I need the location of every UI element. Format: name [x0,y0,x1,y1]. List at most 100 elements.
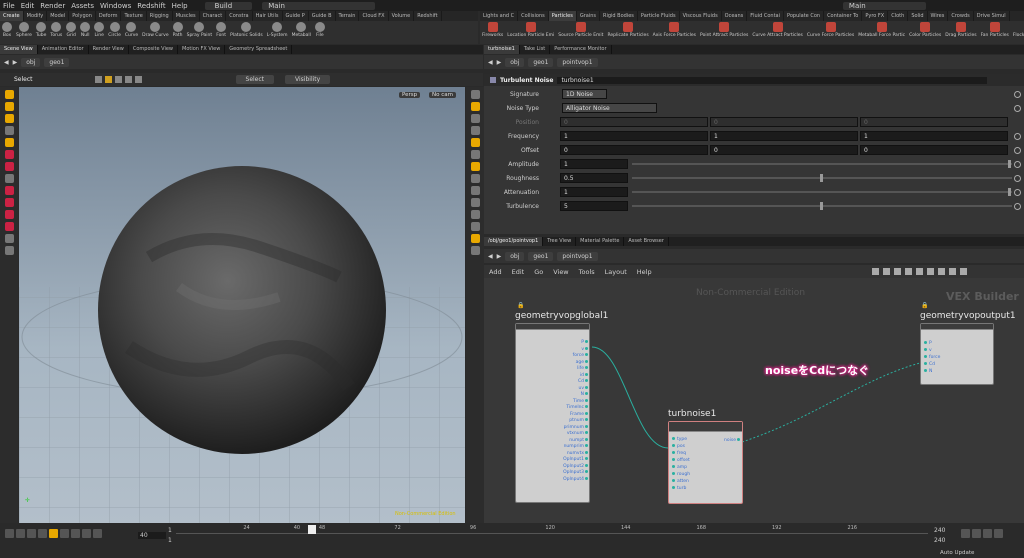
key-icon[interactable] [961,529,970,538]
start-frame-field[interactable]: 1 [168,527,172,534]
tab-grains[interactable]: Grains [577,11,600,21]
tab-model[interactable]: Model [47,11,70,21]
parm-value-field[interactable]: 1 [860,131,1008,141]
tool-l-system[interactable]: L-System [265,21,290,44]
net-menu-tools[interactable]: Tools [574,268,600,276]
grid-icon[interactable] [937,268,945,275]
jump-end-icon[interactable] [93,529,102,538]
path-geo[interactable]: geo1 [528,57,554,67]
tab-cloth[interactable]: Cloth [888,11,909,21]
tab-turbnoise1[interactable]: turbnoise1 [484,45,520,54]
tab-guide-p[interactable]: Guide P [283,11,309,21]
parm-value-field[interactable]: 0 [860,117,1008,127]
timeline-ruler[interactable]: 24 40 48 72 96 120 144 168 192 216 [176,525,928,543]
parm-value-field[interactable]: 0 [710,145,858,155]
tab-populate-con[interactable]: Populate Con [784,11,825,21]
rotate-icon[interactable] [124,76,132,83]
input-v[interactable]: v [923,348,940,355]
turbnoise-node[interactable]: type pos freq offset amp rough atten turb noise [668,421,743,504]
tab-rigging[interactable]: Rigging [147,11,173,21]
forward-arrow-icon[interactable]: ▶ [497,59,502,66]
gear-icon[interactable] [1014,188,1021,196]
slider-knob[interactable] [820,174,823,182]
desktop-build-dropdown[interactable]: Build [204,1,253,10]
color-icon[interactable] [904,268,912,275]
net-menu-help[interactable]: Help [632,268,657,276]
tool-source-particle-emit[interactable]: Source Particle Emit [556,21,605,44]
tool-fan-particles[interactable]: Fan Particles [979,21,1011,44]
snapshot-icon[interactable] [470,246,480,255]
camera-icon[interactable] [4,222,14,231]
tab-oceans[interactable]: Oceans [722,11,748,21]
input-atten[interactable]: atten [671,479,690,486]
path-obj[interactable]: obj [505,251,525,261]
magnet-tool-icon[interactable] [4,162,14,171]
input-amp[interactable]: amp [671,465,690,472]
render-icon[interactable] [4,234,14,243]
parm-value-field[interactable]: 1 [560,131,708,141]
tool-location-particle-emi[interactable]: Location Particle Emi [505,21,556,44]
playhead[interactable] [308,525,316,534]
slider-knob[interactable] [820,202,823,210]
tool-metaball[interactable]: Metaball [290,21,313,44]
parm-value-field[interactable]: 0 [560,117,708,127]
tab-guide-b[interactable]: Guide B [309,11,336,21]
ghost-icon[interactable] [470,102,480,111]
scale-icon[interactable] [134,76,142,83]
tool-null[interactable]: Null [78,21,92,44]
points-icon[interactable] [470,174,480,183]
geometryvopglobal-node[interactable]: Pv force age life id Cd uv N Time TimeInc Frame ptn… [515,323,590,503]
jump-start-icon[interactable] [5,529,14,538]
step-back-icon[interactable] [16,529,25,538]
tool-curve[interactable]: Curve [123,21,140,44]
input-n[interactable]: N [923,369,940,376]
tab-composite-view[interactable]: Composite View [129,45,178,54]
tool-line[interactable]: Line [92,21,106,44]
menu-render[interactable]: Render [37,2,68,10]
note-icon[interactable] [926,268,934,275]
menu-help[interactable]: Help [169,2,191,10]
tab-volume[interactable]: Volume [389,11,415,21]
current-frame-field[interactable]: 40 [138,532,166,539]
stop-icon[interactable] [49,529,58,538]
end-frame-field-2[interactable]: 240 [934,537,945,544]
tool-curve-attract-particles[interactable]: Curve Attract Particles [750,21,804,44]
tab-charact[interactable]: Charact [200,11,227,21]
tool-font[interactable]: Font [214,21,228,44]
tool-fireworks[interactable]: Fireworks [480,21,505,44]
vertex-icon[interactable] [470,198,480,207]
tool-curve-force-particles[interactable]: Curve Force Particles [805,21,856,44]
gear-icon[interactable] [1014,202,1021,210]
info-icon[interactable] [959,268,967,275]
tab-crowds[interactable]: Crowds [948,11,974,21]
uv-icon[interactable] [470,210,480,219]
path-geo[interactable]: geo1 [44,57,70,67]
start-frame-field-2[interactable]: 1 [168,537,172,544]
wire-p-to-pos[interactable] [591,346,669,449]
desktop-main-right-dropdown[interactable]: Main [842,1,926,10]
tab--obj-geo1-pointvop1[interactable]: /obj/geo1/pointvop1 [484,237,544,246]
tool-tube[interactable]: Tube [34,21,49,44]
tab-container-to[interactable]: Container To [824,11,863,21]
brush-tool-icon[interactable] [4,150,14,159]
tab-animation-editor[interactable]: Animation Editor [38,45,89,54]
path-obj[interactable]: obj [505,57,525,67]
tab-polygon[interactable]: Polygon [69,11,96,21]
parm-value-field[interactable]: 1 [710,131,858,141]
tab-tree-view[interactable]: Tree View [543,237,577,246]
pin-icon[interactable] [882,268,890,275]
net-menu-add[interactable]: Add [484,268,507,276]
tab-asset-browser[interactable]: Asset Browser [624,237,669,246]
gear-icon[interactable] [1014,174,1021,182]
tab-performance-monitor[interactable]: Performance Monitor [550,45,612,54]
tab-material-palette[interactable]: Material Palette [576,237,625,246]
tool-platonic-solids[interactable]: Platonic Solids [228,21,265,44]
tab-fluid-contai[interactable]: Fluid Contai [747,11,785,21]
snap-icon[interactable] [4,198,14,207]
tool-grid[interactable]: Grid [64,21,78,44]
shape-icon[interactable] [915,268,923,275]
pose-tool-icon[interactable] [4,126,14,135]
parm-value-field[interactable]: 5 [560,201,628,211]
tab-wires[interactable]: Wires [928,11,949,21]
tab-collisions[interactable]: Collisions [518,11,549,21]
